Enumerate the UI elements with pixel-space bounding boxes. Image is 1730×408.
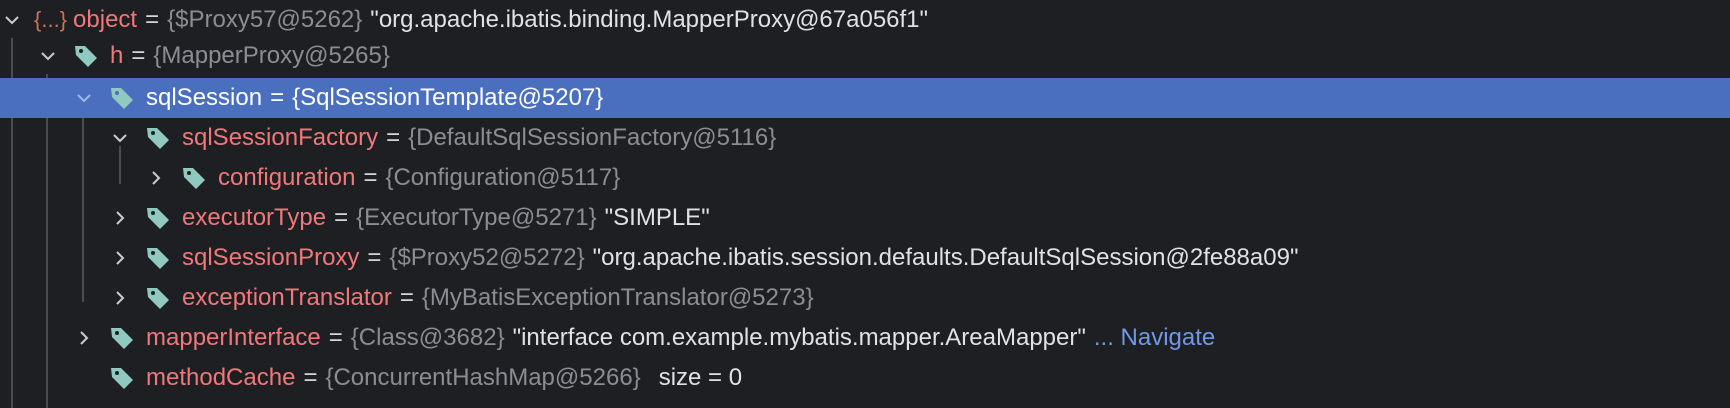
variable-name: sqlSessionFactory: [182, 124, 379, 151]
chevron-right-icon[interactable]: [74, 328, 94, 348]
field-tag-icon: [144, 244, 172, 272]
variable-type: {Class@3682}: [350, 324, 505, 351]
tree-row-sqlsession[interactable]: sqlSession = {SqlSessionTemplate@5207}: [0, 78, 1730, 118]
object-icon: {...}: [34, 7, 68, 32]
variable-type: {DefaultSqlSessionFactory@5116}: [408, 124, 777, 151]
equals-sign: =: [367, 244, 382, 271]
variable-type: {Configuration@5117}: [385, 164, 621, 191]
field-tag-icon: [144, 284, 172, 312]
variable-type: {MyBatisExceptionTranslator@5273}: [421, 284, 814, 311]
variable-name: object: [73, 6, 138, 33]
equals-sign: =: [145, 6, 160, 33]
variable-type: {ConcurrentHashMap@5266}: [325, 364, 641, 391]
chevron-down-icon[interactable]: [74, 88, 94, 108]
equals-sign: =: [386, 124, 401, 151]
chevron-right-icon[interactable]: [110, 248, 130, 268]
equals-sign: =: [363, 164, 378, 191]
navigate-link[interactable]: ... Navigate: [1094, 324, 1215, 352]
field-tag-icon: [108, 324, 136, 352]
chevron-placeholder: [74, 368, 94, 388]
variable-name: methodCache: [146, 364, 296, 391]
variable-name: exceptionTranslator: [182, 284, 392, 311]
field-tag-icon: [108, 364, 136, 392]
chevron-down-icon[interactable]: [38, 46, 58, 66]
field-tag-icon: [72, 42, 100, 70]
tree-row-object[interactable]: {...} object = {$Proxy57@5262} "org.apac…: [0, 0, 1730, 40]
tree-row-executortype[interactable]: executorType = {ExecutorType@5271} "SIMP…: [0, 198, 1730, 238]
field-tag-icon: [144, 204, 172, 232]
variable-type: {$Proxy52@5272}: [389, 244, 585, 271]
tree-row-sqlsessionfactory[interactable]: sqlSessionFactory = {DefaultSqlSessionFa…: [0, 118, 1730, 158]
variable-value: "org.apache.ibatis.binding.MapperProxy@6…: [370, 6, 929, 33]
equals-sign: =: [399, 284, 414, 311]
debugger-variables-tree: {...} object = {$Proxy57@5262} "org.apac…: [0, 0, 1730, 408]
field-tag-icon: [108, 84, 136, 112]
equals-sign: =: [303, 364, 318, 391]
equals-sign: =: [131, 42, 146, 69]
tree-row-configuration[interactable]: configuration = {Configuration@5117}: [0, 158, 1730, 198]
variable-value: "SIMPLE": [604, 204, 710, 231]
collection-size: size = 0: [658, 364, 743, 391]
field-tag-icon: [144, 124, 172, 152]
variable-value: "interface com.example.mybatis.mapper.Ar…: [512, 324, 1086, 351]
variable-type: {ExecutorType@5271}: [356, 204, 597, 231]
variable-type: {$Proxy57@5262}: [167, 6, 363, 33]
tree-row-mapperinterface[interactable]: mapperInterface = {Class@3682} "interfac…: [0, 318, 1730, 358]
equals-sign: =: [334, 204, 349, 231]
variable-name: mapperInterface: [146, 324, 321, 351]
variable-name: configuration: [218, 164, 356, 191]
chevron-down-icon[interactable]: [110, 128, 130, 148]
field-tag-icon: [180, 164, 208, 192]
equals-sign: =: [270, 84, 285, 111]
variable-type: {MapperProxy@5265}: [153, 42, 390, 69]
variable-name: sqlSessionProxy: [182, 244, 360, 271]
chevron-right-icon[interactable]: [110, 208, 130, 228]
variable-type: {SqlSessionTemplate@5207}: [292, 84, 604, 111]
chevron-right-icon[interactable]: [146, 168, 166, 188]
tree-row-exceptiontranslator[interactable]: exceptionTranslator = {MyBatisExceptionT…: [0, 278, 1730, 318]
tree-row-h[interactable]: h = {MapperProxy@5265}: [0, 36, 1730, 76]
tree-row-methodcache[interactable]: methodCache = {ConcurrentHashMap@5266} s…: [0, 358, 1730, 398]
variable-name: h: [110, 42, 124, 69]
chevron-right-icon[interactable]: [110, 288, 130, 308]
chevron-down-icon[interactable]: [2, 10, 22, 30]
equals-sign: =: [328, 324, 343, 351]
variable-name: executorType: [182, 204, 327, 231]
tree-row-sqlsessionproxy[interactable]: sqlSessionProxy = {$Proxy52@5272} "org.a…: [0, 238, 1730, 278]
variable-value: "org.apache.ibatis.session.defaults.Defa…: [592, 244, 1299, 271]
variable-name: sqlSession: [146, 84, 263, 111]
